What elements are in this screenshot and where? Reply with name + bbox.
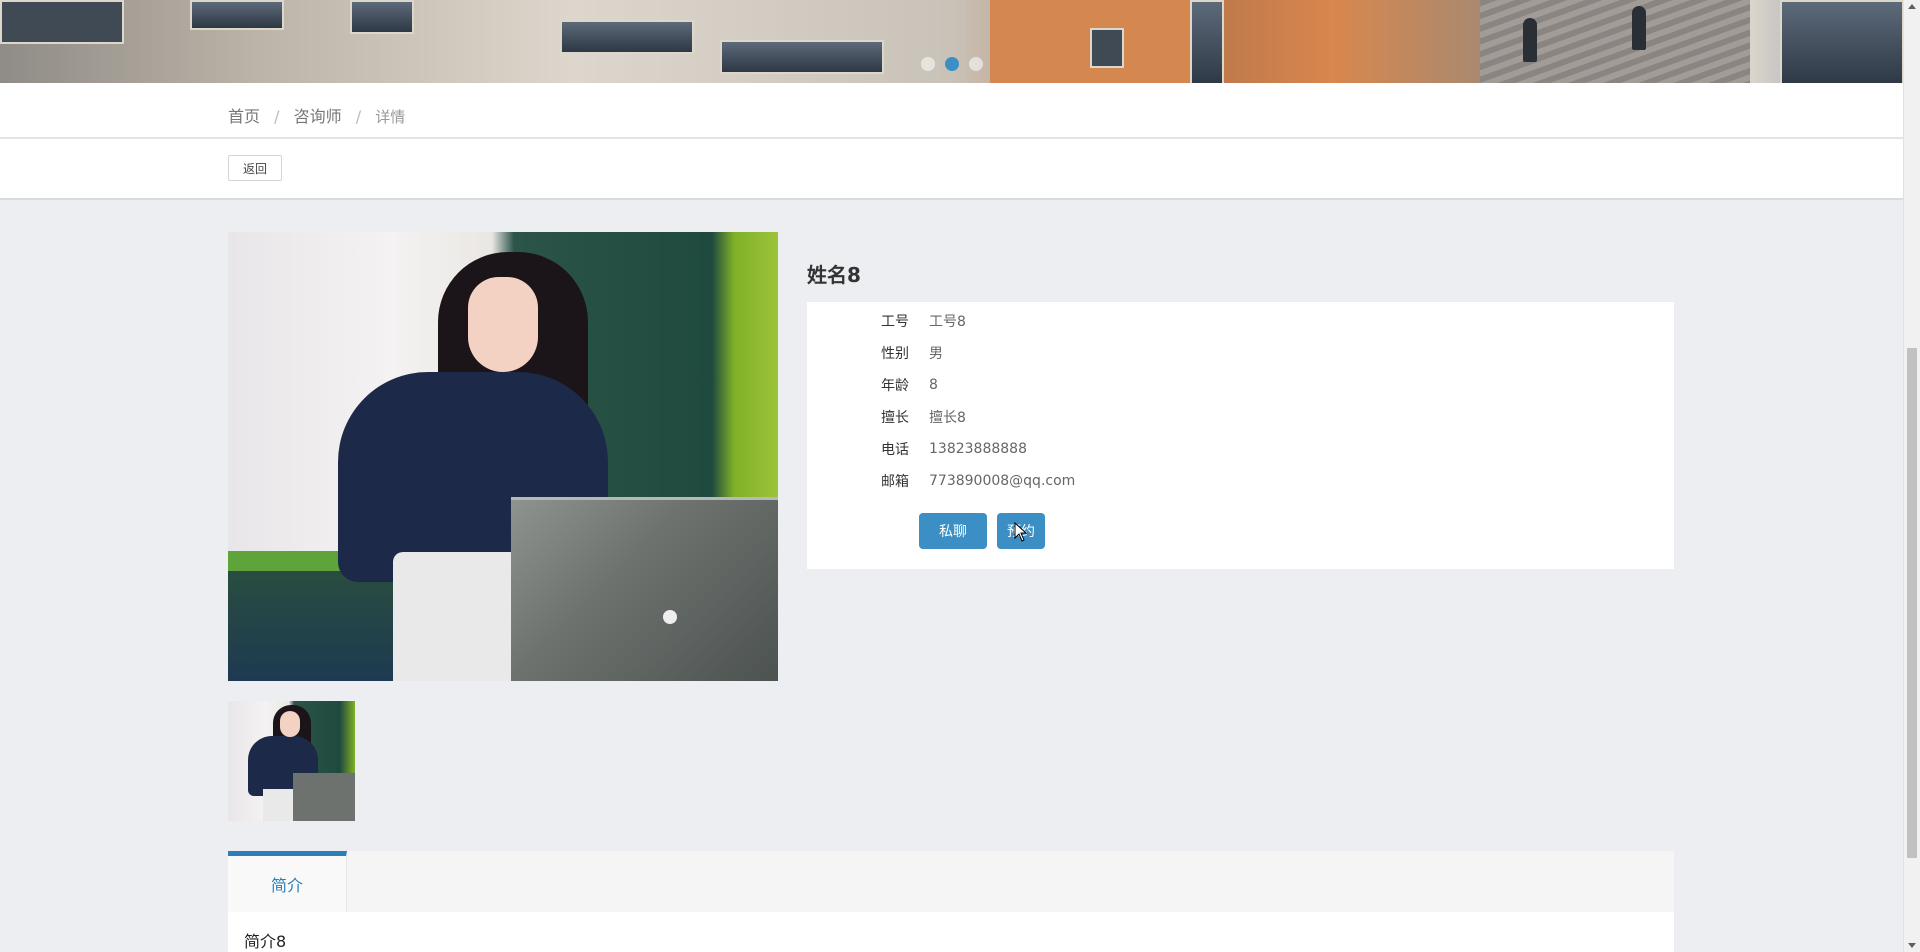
info-value: 男 (929, 346, 943, 362)
detail-tabs: 简介 (228, 851, 1674, 913)
info-label: 邮箱 (881, 474, 909, 490)
banner-window (560, 20, 694, 54)
info-label: 工号 (881, 314, 909, 330)
info-value: 工号8 (929, 314, 966, 330)
breadcrumb-separator: / (355, 107, 362, 126)
breadcrumb-home[interactable]: 首页 (228, 107, 260, 126)
info-row-gender: 性别 男 (807, 343, 943, 363)
banner-person (1632, 6, 1646, 50)
tab-content: 简介8 (228, 912, 1674, 952)
page-scrollbar[interactable] (1903, 0, 1920, 952)
banner-window (350, 0, 414, 34)
scrollbar-thumb[interactable] (1907, 348, 1917, 858)
thumb-lectern (293, 773, 355, 821)
breadcrumb-separator: / (274, 107, 280, 126)
info-value: 13823888888 (929, 441, 1027, 457)
back-bar: 返回 (0, 139, 1904, 200)
counselor-photo (228, 232, 778, 681)
info-value: 擅长8 (929, 410, 966, 426)
photo-lectern (663, 610, 677, 624)
breadcrumb-current: 详情 (375, 108, 406, 126)
banner-person (1523, 18, 1537, 62)
info-row-specialty: 擅长 擅长8 (807, 407, 966, 427)
slide-dot-2[interactable] (945, 57, 959, 71)
info-row-email: 邮箱 773890008@qq.com (807, 471, 1075, 491)
thumb-figure (280, 711, 300, 737)
info-label: 年龄 (881, 378, 909, 394)
banner-carousel (0, 0, 1904, 83)
info-value: 8 (929, 377, 938, 393)
scroll-down-icon[interactable] (1908, 943, 1916, 948)
info-value: 773890008@qq.com (929, 473, 1076, 489)
counselor-info-panel: 工号 工号8 性别 男 年龄 8 擅长 擅长8 电话 13823888888 邮… (807, 302, 1674, 569)
mouse-cursor-icon (1014, 522, 1028, 542)
scroll-up-icon[interactable] (1908, 4, 1916, 9)
tab-intro[interactable]: 简介 (228, 851, 347, 912)
slide-dot-3[interactable] (969, 57, 983, 71)
photo-figure (468, 277, 538, 372)
banner-window (720, 40, 884, 74)
banner-window (1190, 0, 1224, 83)
counselor-name: 姓名8 (807, 263, 861, 287)
carousel-indicators (921, 57, 983, 71)
breadcrumb: 首页 / 咨询师 / 详情 (228, 103, 405, 127)
banner-building-image (0, 0, 124, 44)
chat-button[interactable]: 私聊 (919, 513, 987, 549)
info-label: 性别 (881, 346, 909, 362)
info-row-age: 年龄 8 (807, 375, 938, 395)
info-row-phone: 电话 13823888888 (807, 439, 1027, 459)
photo-lectern (511, 497, 778, 681)
banner-window (1090, 28, 1124, 68)
banner-window (1780, 0, 1904, 83)
slide-dot-1[interactable] (921, 57, 935, 71)
info-label: 擅长 (881, 410, 909, 426)
breadcrumb-bar: 首页 / 咨询师 / 详情 (0, 83, 1904, 139)
back-button[interactable]: 返回 (228, 155, 282, 181)
info-label: 电话 (881, 442, 909, 458)
banner-steps (1480, 0, 1750, 83)
photo-thumbnail[interactable] (228, 701, 355, 821)
banner-window (190, 0, 284, 30)
intro-text: 简介8 (244, 932, 287, 951)
info-row-id: 工号 工号8 (807, 311, 966, 331)
breadcrumb-section[interactable]: 咨询师 (294, 107, 342, 126)
